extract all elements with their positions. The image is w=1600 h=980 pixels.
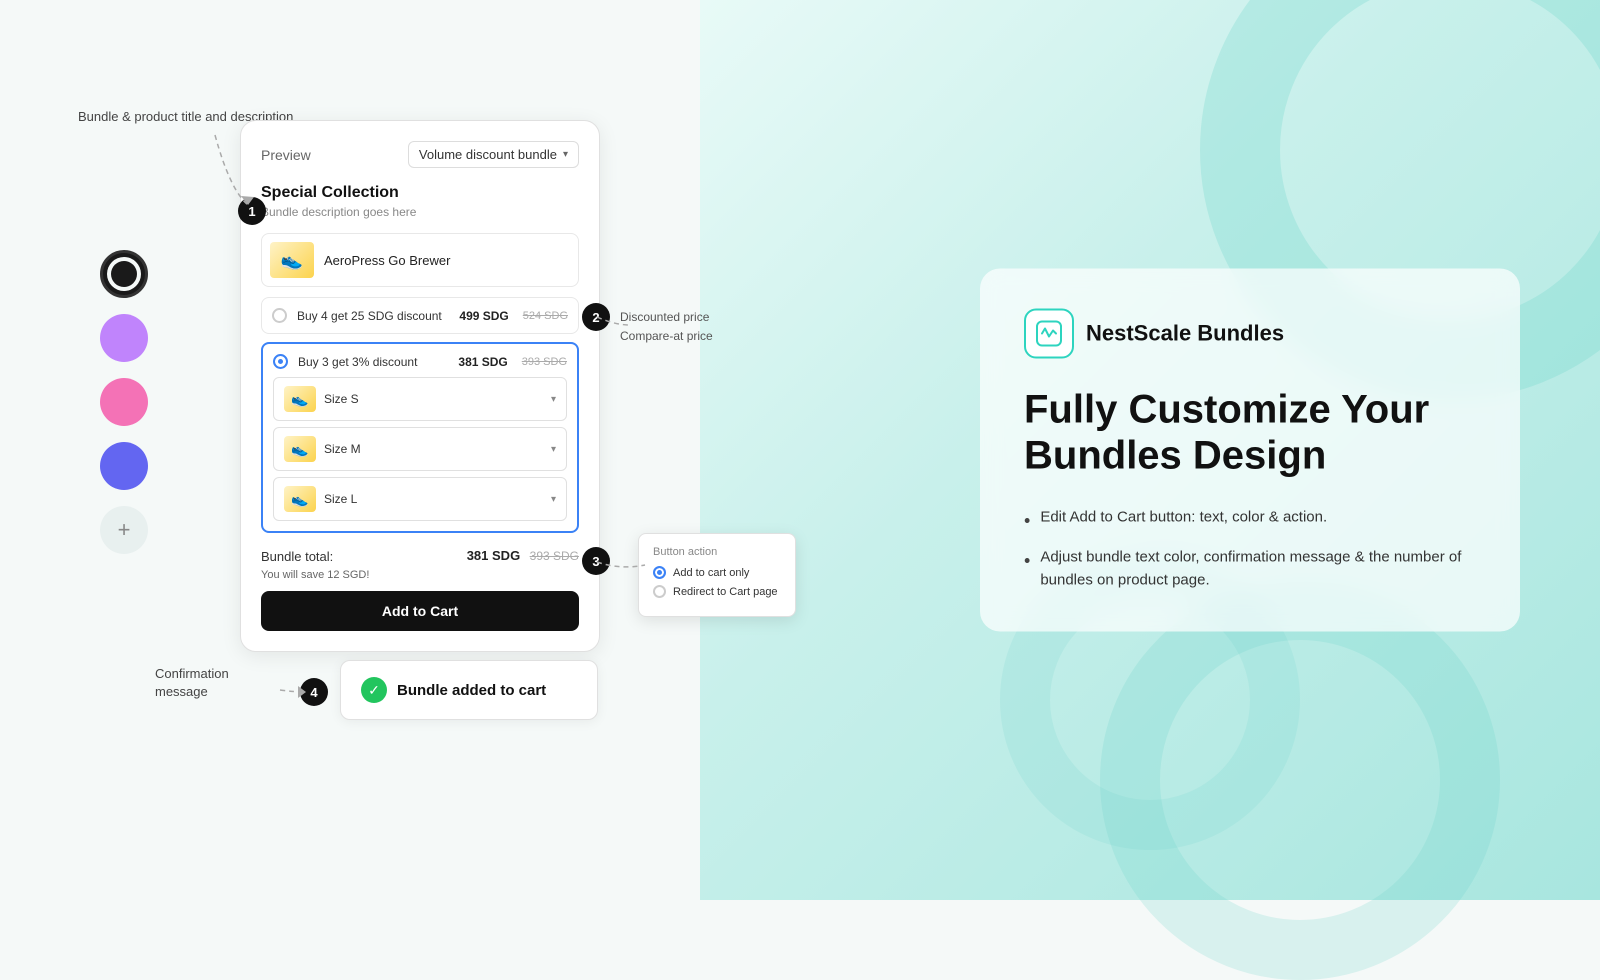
- dropdown-label: Volume discount bundle: [419, 147, 557, 162]
- size-dropdown-m[interactable]: 👟 Size M ▾: [273, 427, 567, 471]
- step-badge-3: 3: [582, 547, 610, 575]
- option-2-price: 381 SDG: [458, 355, 507, 369]
- confirmation-text: Bundle added to cart: [397, 682, 546, 699]
- size-m-image: 👟: [284, 436, 316, 462]
- option-2-label: Buy 3 get 3% discount: [298, 355, 448, 369]
- size-l-label: Size L: [324, 492, 543, 506]
- popup-option-1[interactable]: Add to cart only: [653, 566, 781, 579]
- size-dropdown-l[interactable]: 👟 Size L ▾: [273, 477, 567, 521]
- size-m-chevron-icon: ▾: [551, 444, 556, 455]
- bullet-icon-1: •: [1024, 508, 1030, 535]
- preview-card: Preview Volume discount bundle ▾ Special…: [240, 120, 600, 652]
- add-to-cart-button[interactable]: Add to Cart: [261, 591, 579, 631]
- bundle-total-price: 381 SDG: [467, 548, 520, 563]
- swatch-black[interactable]: [100, 250, 148, 298]
- right-info-section: NestScale Bundles Fully Customize Your B…: [980, 269, 1520, 632]
- annotation-confirmation: Confirmationmessage: [155, 665, 229, 701]
- option-2-compare-price: 393 SDG: [522, 356, 567, 368]
- bullet-icon-2: •: [1024, 548, 1030, 575]
- popup-option-2[interactable]: Redirect to Cart page: [653, 585, 781, 598]
- popup-option-2-label: Redirect to Cart page: [673, 586, 778, 598]
- swatch-indigo[interactable]: [100, 442, 148, 490]
- popup-radio-2: [653, 585, 666, 598]
- brand-name: NestScale Bundles: [1086, 321, 1284, 347]
- bundle-total-compare: 393 SDG: [530, 549, 579, 563]
- bundle-title: Special Collection: [261, 184, 579, 202]
- add-swatch-button[interactable]: +: [100, 506, 148, 554]
- step-badge-2: 2: [582, 303, 610, 331]
- feature-text-1: Edit Add to Cart button: text, color & a…: [1040, 507, 1327, 530]
- feature-text-2: Adjust bundle text color, confirmation m…: [1040, 547, 1476, 592]
- bundle-total-row: Bundle total: 381 SDG 393 SDG: [261, 547, 579, 565]
- annotation-discounted-price: Discounted price Compare-at price: [620, 308, 713, 346]
- size-s-label: Size S: [324, 392, 543, 406]
- nestscale-logo-svg: [1034, 319, 1064, 349]
- popup-option-1-label: Add to cart only: [673, 567, 749, 579]
- bundle-option-1[interactable]: Buy 4 get 25 SDG discount 499 SDG 524 SD…: [261, 297, 579, 334]
- chevron-down-icon: ▾: [563, 149, 568, 160]
- preview-label: Preview: [261, 147, 311, 163]
- popup-title: Button action: [653, 546, 781, 558]
- radio-option-2-selected: [273, 354, 288, 369]
- color-swatches-panel: +: [100, 250, 148, 554]
- option-1-compare-price: 524 SDG: [523, 310, 568, 322]
- swatch-pink[interactable]: [100, 378, 148, 426]
- size-dropdown-s[interactable]: 👟 Size S ▾: [273, 377, 567, 421]
- brand-logo: [1024, 309, 1074, 359]
- bundle-save-text: You will save 12 SGD!: [261, 569, 579, 581]
- size-s-image: 👟: [284, 386, 316, 412]
- product-image: 👟: [270, 242, 314, 278]
- info-card: NestScale Bundles Fully Customize Your B…: [980, 269, 1520, 632]
- size-m-label: Size M: [324, 442, 543, 456]
- bundle-total-label: Bundle total:: [261, 549, 333, 564]
- size-l-chevron-icon: ▾: [551, 494, 556, 505]
- size-l-image: 👟: [284, 486, 316, 512]
- popup-radio-1: [653, 566, 666, 579]
- option-1-price: 499 SDG: [459, 309, 508, 323]
- swatch-purple[interactable]: [100, 314, 148, 362]
- radio-option-1: [272, 308, 287, 323]
- bundle-type-dropdown[interactable]: Volume discount bundle ▾: [408, 141, 579, 168]
- feature-item-1: • Edit Add to Cart button: text, color &…: [1024, 507, 1476, 535]
- feature-list: • Edit Add to Cart button: text, color &…: [1024, 507, 1476, 592]
- step-badge-1: 1: [238, 197, 266, 225]
- step-badge-4: 4: [300, 678, 328, 706]
- product-name: AeroPress Go Brewer: [324, 253, 450, 268]
- bundle-option-2-selected[interactable]: Buy 3 get 3% discount 381 SDG 393 SDG 👟 …: [261, 342, 579, 533]
- size-s-chevron-icon: ▾: [551, 394, 556, 405]
- feature-item-2: • Adjust bundle text color, confirmation…: [1024, 547, 1476, 592]
- bundle-description: Bundle description goes here: [261, 205, 579, 219]
- check-circle-icon: ✓: [361, 677, 387, 703]
- main-heading: Fully Customize Your Bundles Design: [1024, 387, 1476, 479]
- option-1-label: Buy 4 get 25 SDG discount: [297, 309, 449, 323]
- product-row: 👟 AeroPress Go Brewer: [261, 233, 579, 287]
- brand-header: NestScale Bundles: [1024, 309, 1476, 359]
- confirmation-banner: ✓ Bundle added to cart: [340, 660, 598, 720]
- button-action-popup: Button action Add to cart only Redirect …: [638, 533, 796, 617]
